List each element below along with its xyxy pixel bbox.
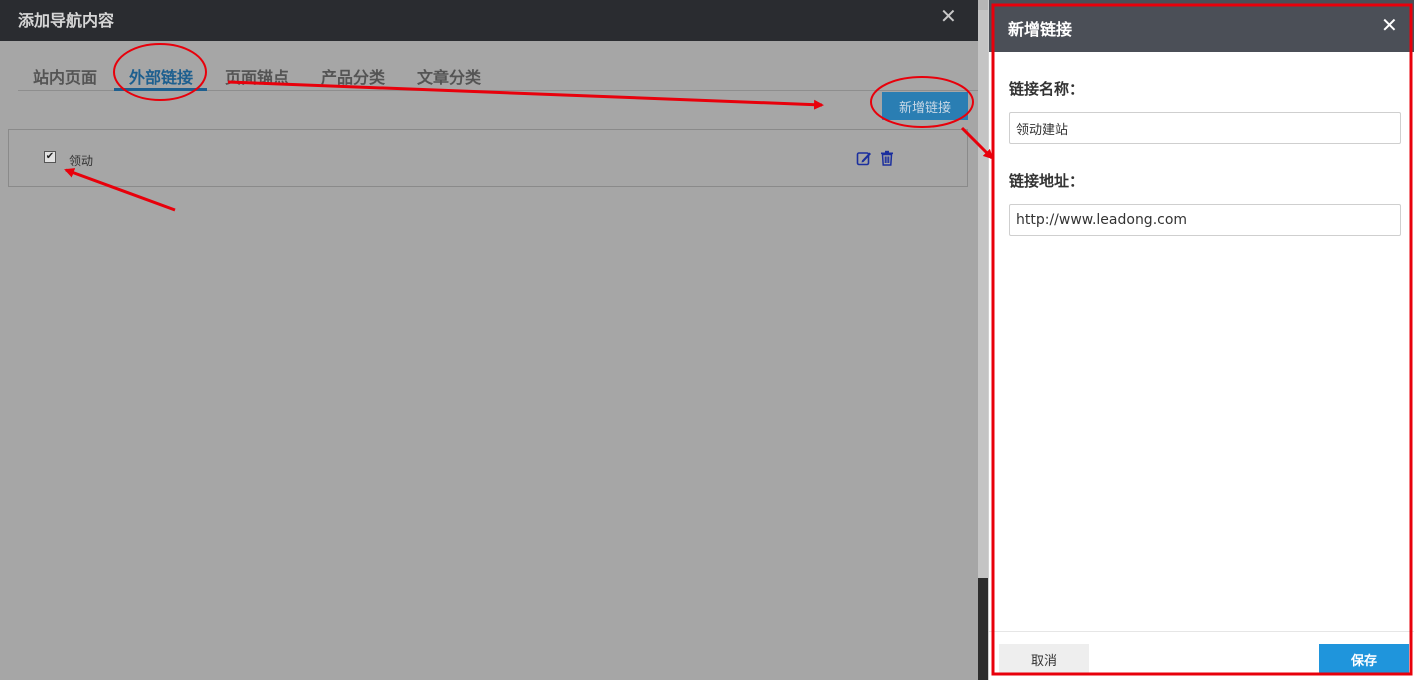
close-icon[interactable]: ✕ bbox=[940, 4, 957, 28]
tab-external-links[interactable]: 外部链接 bbox=[129, 64, 193, 88]
save-button[interactable]: 保存 bbox=[1319, 644, 1409, 674]
active-tab-indicator bbox=[114, 88, 207, 91]
list-item: ✔ 领动 bbox=[9, 130, 967, 186]
link-list: ✔ 领动 bbox=[8, 129, 968, 187]
link-name-label: 链接名称： bbox=[1009, 80, 1085, 98]
tab-internal-pages[interactable]: 站内页面 bbox=[33, 64, 97, 88]
link-name-input[interactable] bbox=[1009, 112, 1401, 144]
add-nav-content-dialog: 添加导航内容 ✕ 站内页面 外部链接 页面锚点 产品分类 文章分类 新增链接 ✔… bbox=[0, 0, 978, 680]
tab-article-categories[interactable]: 文章分类 bbox=[417, 64, 481, 88]
dialog-header: 添加导航内容 ✕ bbox=[0, 0, 978, 41]
add-link-panel: 新增链接 ✕ 链接名称： 链接地址： 取消 保存 bbox=[988, 0, 1414, 680]
dialog-title: 添加导航内容 bbox=[18, 11, 115, 30]
tab-bar: 站内页面 外部链接 页面锚点 产品分类 文章分类 bbox=[18, 62, 978, 91]
background-page-content bbox=[978, 10, 988, 578]
cancel-button[interactable]: 取消 bbox=[999, 644, 1089, 674]
edit-icon[interactable] bbox=[856, 150, 872, 166]
close-icon[interactable]: ✕ bbox=[1381, 14, 1398, 36]
link-checkbox[interactable]: ✔ bbox=[44, 151, 56, 163]
add-link-button[interactable]: 新增链接 bbox=[882, 92, 968, 120]
panel-footer: 取消 保存 bbox=[989, 631, 1414, 680]
tab-page-anchors[interactable]: 页面锚点 bbox=[225, 64, 289, 88]
background-page-footer bbox=[978, 578, 988, 680]
link-url-label: 链接地址： bbox=[1009, 172, 1085, 190]
link-url-input[interactable] bbox=[1009, 204, 1401, 236]
background-page-strip bbox=[978, 0, 988, 680]
panel-title: 新增链接 bbox=[1008, 20, 1073, 39]
panel-header: 新增链接 ✕ bbox=[989, 0, 1414, 52]
link-name: 领动 bbox=[69, 154, 94, 168]
trash-icon[interactable] bbox=[880, 150, 894, 166]
tab-product-categories[interactable]: 产品分类 bbox=[321, 64, 385, 88]
